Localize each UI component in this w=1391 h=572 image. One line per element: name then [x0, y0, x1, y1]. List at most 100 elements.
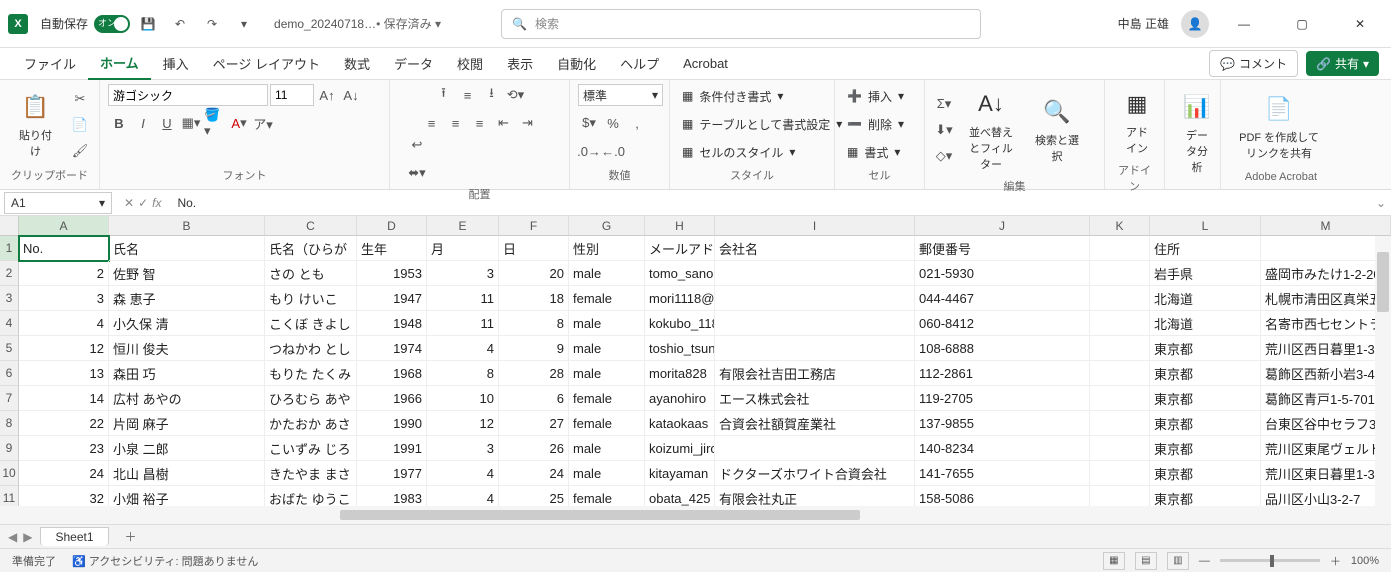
cell[interactable]: No.: [19, 236, 109, 261]
conditional-formatting-button[interactable]: ▦条件付き書式 ▾: [678, 84, 826, 108]
cell[interactable]: 140-8234: [915, 436, 1090, 461]
ribbon-tab[interactable]: Acrobat: [671, 48, 740, 80]
increase-font-icon[interactable]: A↑: [316, 84, 338, 106]
row-header[interactable]: 9: [0, 436, 19, 461]
column-header[interactable]: L: [1150, 216, 1261, 236]
cell[interactable]: 158-5086: [915, 486, 1090, 506]
redo-icon[interactable]: ↷: [198, 10, 226, 38]
cell[interactable]: きたやま まさ: [265, 461, 357, 486]
cell[interactable]: [715, 436, 915, 461]
zoom-level[interactable]: 100%: [1351, 555, 1379, 567]
underline-button[interactable]: U: [156, 112, 178, 134]
cell[interactable]: 郵便番号: [915, 236, 1090, 261]
cell[interactable]: 9: [499, 336, 569, 361]
ribbon-tab[interactable]: ヘルプ: [608, 48, 671, 80]
row-header[interactable]: 8: [0, 411, 19, 436]
merge-cells-icon[interactable]: ⬌▾: [406, 162, 428, 184]
cell[interactable]: male: [569, 461, 645, 486]
cell[interactable]: toshio_tsunekawa@example.org: [645, 336, 715, 361]
cell[interactable]: female: [569, 411, 645, 436]
cell[interactable]: 月: [427, 236, 499, 261]
cell[interactable]: 台東区谷中セラフ31: [1261, 411, 1391, 436]
cell[interactable]: 東京都: [1150, 386, 1261, 411]
cell[interactable]: 25: [499, 486, 569, 506]
column-header[interactable]: D: [357, 216, 427, 236]
row-header[interactable]: 11: [0, 486, 19, 506]
column-header[interactable]: G: [569, 216, 645, 236]
zoom-out-button[interactable]: —: [1199, 555, 1210, 567]
increase-indent-icon[interactable]: ⇥: [517, 112, 539, 134]
column-header[interactable]: C: [265, 216, 357, 236]
align-top-icon[interactable]: ⭱: [433, 84, 455, 106]
name-box[interactable]: A1▾: [4, 192, 112, 214]
cell[interactable]: 1977: [357, 461, 427, 486]
cell[interactable]: [1090, 261, 1150, 286]
row-header[interactable]: 5: [0, 336, 19, 361]
cell[interactable]: 1966: [357, 386, 427, 411]
cell[interactable]: 32: [19, 486, 109, 506]
cell[interactable]: もりた たくみ: [265, 361, 357, 386]
cell[interactable]: 12: [427, 411, 499, 436]
cell[interactable]: morita828: [645, 361, 715, 386]
cell[interactable]: 22: [19, 411, 109, 436]
enter-formula-icon[interactable]: ✓: [138, 196, 148, 210]
cell[interactable]: male: [569, 361, 645, 386]
cell[interactable]: 4: [427, 461, 499, 486]
ribbon-tab[interactable]: ホーム: [88, 48, 151, 80]
cell[interactable]: 東京都: [1150, 486, 1261, 506]
cell[interactable]: [715, 286, 915, 311]
font-size-select[interactable]: [270, 84, 314, 106]
cell[interactable]: 有限会社丸正: [715, 486, 915, 506]
user-avatar-icon[interactable]: 👤: [1181, 10, 1209, 38]
sheet-nav-next-icon[interactable]: ▶: [23, 530, 32, 544]
column-header[interactable]: A: [19, 216, 109, 236]
cell[interactable]: 27: [499, 411, 569, 436]
close-button[interactable]: ✕: [1337, 8, 1383, 40]
cell[interactable]: 名寄市西七セントラ: [1261, 311, 1391, 336]
orientation-icon[interactable]: ⟲▾: [505, 84, 527, 106]
cell[interactable]: [1261, 236, 1391, 261]
cell[interactable]: 1974: [357, 336, 427, 361]
expand-formula-bar-icon[interactable]: ⌄: [1371, 196, 1391, 210]
cell[interactable]: 氏名（ひらが: [265, 236, 357, 261]
cell[interactable]: 26: [499, 436, 569, 461]
ribbon-tab[interactable]: 校閲: [445, 48, 495, 80]
row-header[interactable]: 7: [0, 386, 19, 411]
format-as-table-button[interactable]: ▦テーブルとして書式設定 ▾: [678, 112, 826, 136]
cell[interactable]: 141-7655: [915, 461, 1090, 486]
cell[interactable]: 1953: [357, 261, 427, 286]
cell[interactable]: 東京都: [1150, 336, 1261, 361]
cell[interactable]: ひろむら あや: [265, 386, 357, 411]
cell[interactable]: [1090, 311, 1150, 336]
cell[interactable]: 8: [499, 311, 569, 336]
cell[interactable]: 小泉 二郎: [109, 436, 265, 461]
fill-color-button[interactable]: 🪣▾: [204, 112, 226, 134]
cell[interactable]: ayanohiro: [645, 386, 715, 411]
cell[interactable]: [1090, 286, 1150, 311]
addins-button[interactable]: ▦ アドイン: [1113, 84, 1161, 160]
column-header[interactable]: I: [715, 216, 915, 236]
cell[interactable]: male: [569, 336, 645, 361]
cell[interactable]: mori1118@example.net: [645, 286, 715, 311]
cell[interactable]: 4: [427, 336, 499, 361]
cell[interactable]: [1090, 236, 1150, 261]
ribbon-tab[interactable]: 表示: [495, 48, 545, 80]
currency-icon[interactable]: $▾: [578, 112, 600, 134]
cell[interactable]: さの とも: [265, 261, 357, 286]
cell[interactable]: 4: [427, 486, 499, 506]
cell[interactable]: 112-2861: [915, 361, 1090, 386]
cell[interactable]: 1947: [357, 286, 427, 311]
zoom-in-button[interactable]: ＋: [1330, 553, 1341, 569]
column-header[interactable]: E: [427, 216, 499, 236]
autosave-toggle[interactable]: 自動保存 オン: [40, 15, 130, 33]
cell[interactable]: 佐野 智: [109, 261, 265, 286]
cell[interactable]: 荒川区西日暮里1-3-: [1261, 336, 1391, 361]
cell[interactable]: 8: [427, 361, 499, 386]
cell[interactable]: 10: [427, 386, 499, 411]
autosum-icon[interactable]: Σ▾: [933, 93, 955, 115]
cell[interactable]: 会社名: [715, 236, 915, 261]
cell[interactable]: 北海道: [1150, 286, 1261, 311]
italic-button[interactable]: I: [132, 112, 154, 134]
maximize-button[interactable]: ▢: [1279, 8, 1325, 40]
save-icon[interactable]: 💾: [134, 10, 162, 38]
